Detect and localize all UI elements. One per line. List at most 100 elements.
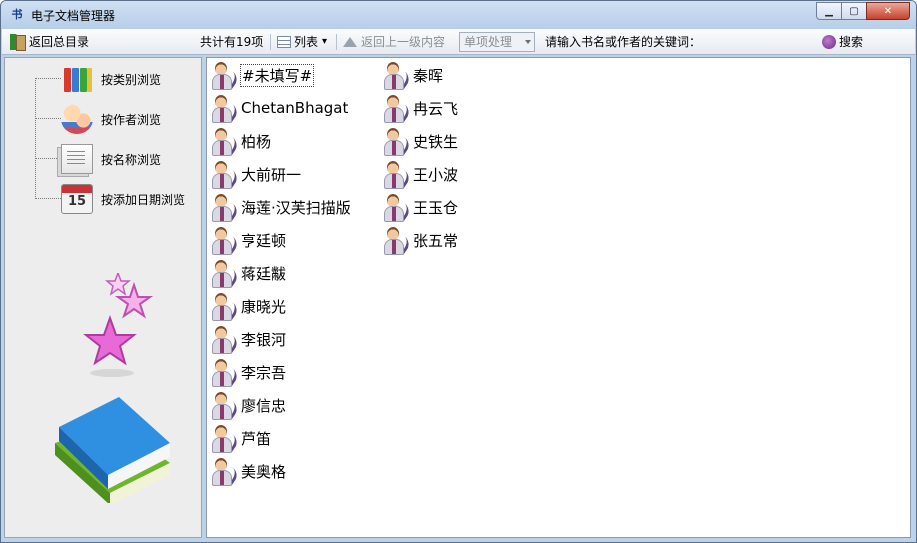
author-writer-icon xyxy=(383,225,413,255)
author-item[interactable]: 康晓光 xyxy=(211,291,286,321)
up-level-label: 返回上一级内容 xyxy=(361,35,446,49)
quill-icon xyxy=(221,169,241,189)
window-title: 电子文档管理器 xyxy=(31,9,116,23)
author-name: 大前研一 xyxy=(241,165,302,184)
author-writer-icon xyxy=(383,60,413,90)
author-item[interactable]: 冉云飞 xyxy=(383,93,458,123)
search-button-label: 搜索 xyxy=(839,35,864,49)
author-item[interactable]: 大前研一 xyxy=(211,159,301,189)
search-input[interactable] xyxy=(705,32,809,52)
author-writer-icon xyxy=(383,93,413,123)
author-item[interactable]: 美奥格 xyxy=(211,456,286,486)
author-writer-icon xyxy=(211,258,241,288)
process-mode-select[interactable]: 单项处理 xyxy=(459,32,535,52)
quill-icon xyxy=(221,466,241,486)
quill-icon xyxy=(221,103,241,123)
books-icon xyxy=(55,397,170,503)
author-name: 芦笛 xyxy=(241,429,272,448)
author-item[interactable]: 芦笛 xyxy=(211,423,271,453)
app-window: 书 电子文档管理器 ▁ ▢ ✕ 返回总目录 共计有19项 列表 ▾ 返回上一级内… xyxy=(0,0,917,543)
author-item[interactable]: 廖信忠 xyxy=(211,390,286,420)
binder-yellow xyxy=(87,68,92,92)
up-level-button[interactable]: 返回上一级内容 xyxy=(343,33,445,51)
author-item[interactable]: 柏杨 xyxy=(211,126,271,156)
author-writer-icon xyxy=(211,126,241,156)
author-writer-icon xyxy=(383,192,413,222)
author-writer-icon xyxy=(211,423,241,453)
author-writer-icon xyxy=(211,456,241,486)
sidebar-item-label: 按名称浏览 xyxy=(101,152,162,167)
author-writer-icon xyxy=(383,159,413,189)
back-home-button[interactable]: 返回总目录 xyxy=(10,33,89,51)
author-writer-icon xyxy=(211,159,241,189)
author-item[interactable]: 史铁生 xyxy=(383,126,458,156)
quill-icon xyxy=(221,334,241,354)
author-item[interactable]: 张五常 xyxy=(383,225,458,255)
author-name: 蒋廷黻 xyxy=(241,264,287,283)
toolbar-separator xyxy=(336,34,337,50)
tree-connector xyxy=(35,118,61,119)
author-item[interactable]: #未填写# xyxy=(211,60,315,90)
tree-connector xyxy=(35,198,61,199)
binders-icon xyxy=(61,64,93,94)
list-view-icon xyxy=(277,36,291,48)
author-item[interactable]: 蒋廷黻 xyxy=(211,258,286,288)
toolbar: 返回总目录 共计有19项 列表 ▾ 返回上一级内容 单项处理 请输入书名或作者的… xyxy=(2,29,915,55)
search-prompt: 请输入书名或作者的关键词： xyxy=(545,35,702,49)
tree-connector xyxy=(35,78,61,79)
sidebar-item-date[interactable]: 15 按添加日期浏览 xyxy=(61,183,185,215)
documents-icon xyxy=(61,144,93,174)
author-name: 冉云飞 xyxy=(413,99,459,118)
author-name: 王小波 xyxy=(413,165,459,184)
author-name: 秦晖 xyxy=(413,66,444,85)
author-writer-icon xyxy=(211,93,241,123)
author-name: 康晓光 xyxy=(241,297,287,316)
author-item[interactable]: 秦晖 xyxy=(383,60,443,90)
sidebar-item-label: 按添加日期浏览 xyxy=(101,192,186,207)
sidebar: 按类别浏览 按作者浏览 按名称浏览 15 按添加日期浏览 xyxy=(4,57,202,538)
back-door-icon xyxy=(10,34,26,51)
binder-green xyxy=(80,68,87,92)
sidebar-item-category[interactable]: 按类别浏览 xyxy=(61,63,161,95)
author-name: 海莲·汉芙扫描版 xyxy=(241,198,351,217)
author-item[interactable]: 海莲·汉芙扫描版 xyxy=(211,192,351,222)
up-arrow-icon xyxy=(343,37,357,47)
author-name: 亨廷顿 xyxy=(241,231,287,250)
view-mode-button[interactable]: 列表 ▾ xyxy=(277,33,327,51)
binder-red xyxy=(64,68,71,92)
sidebar-item-name[interactable]: 按名称浏览 xyxy=(61,143,161,175)
author-item[interactable]: ChetanBhagat xyxy=(211,93,348,123)
quill-icon xyxy=(393,70,413,90)
author-name: 王玉仓 xyxy=(413,198,459,217)
author-writer-icon xyxy=(383,126,413,156)
binder-blue xyxy=(72,68,79,92)
minimize-button[interactable]: ▁ xyxy=(816,2,842,20)
quill-icon xyxy=(221,301,241,321)
author-name: 张五常 xyxy=(413,231,459,250)
author-writer-icon xyxy=(211,357,241,387)
author-item[interactable]: 李宗吾 xyxy=(211,357,286,387)
close-button[interactable]: ✕ xyxy=(866,2,910,20)
quill-icon xyxy=(393,169,413,189)
author-item[interactable]: 亨廷顿 xyxy=(211,225,286,255)
author-writer-icon xyxy=(211,390,241,420)
sidebar-item-author[interactable]: 按作者浏览 xyxy=(61,103,161,135)
author-name: ChetanBhagat xyxy=(241,99,349,117)
title-bar[interactable]: 书 电子文档管理器 ▁ ▢ ✕ xyxy=(1,1,916,29)
quill-icon xyxy=(393,103,413,123)
sidebar-item-label: 按作者浏览 xyxy=(101,112,162,127)
sidebar-item-label: 按类别浏览 xyxy=(101,72,162,87)
author-writer-icon xyxy=(211,291,241,321)
search-icon xyxy=(822,35,836,49)
quill-icon xyxy=(393,136,413,156)
maximize-button[interactable]: ▢ xyxy=(841,2,867,20)
author-writer-icon xyxy=(211,324,241,354)
search-button[interactable]: 搜索 xyxy=(822,33,863,51)
author-item[interactable]: 王玉仓 xyxy=(383,192,458,222)
author-item[interactable]: 王小波 xyxy=(383,159,458,189)
author-writer-icon xyxy=(211,225,241,255)
quill-icon xyxy=(221,136,241,156)
chevron-down-icon xyxy=(525,40,531,44)
author-name: 史铁生 xyxy=(413,132,459,151)
author-item[interactable]: 李银河 xyxy=(211,324,286,354)
